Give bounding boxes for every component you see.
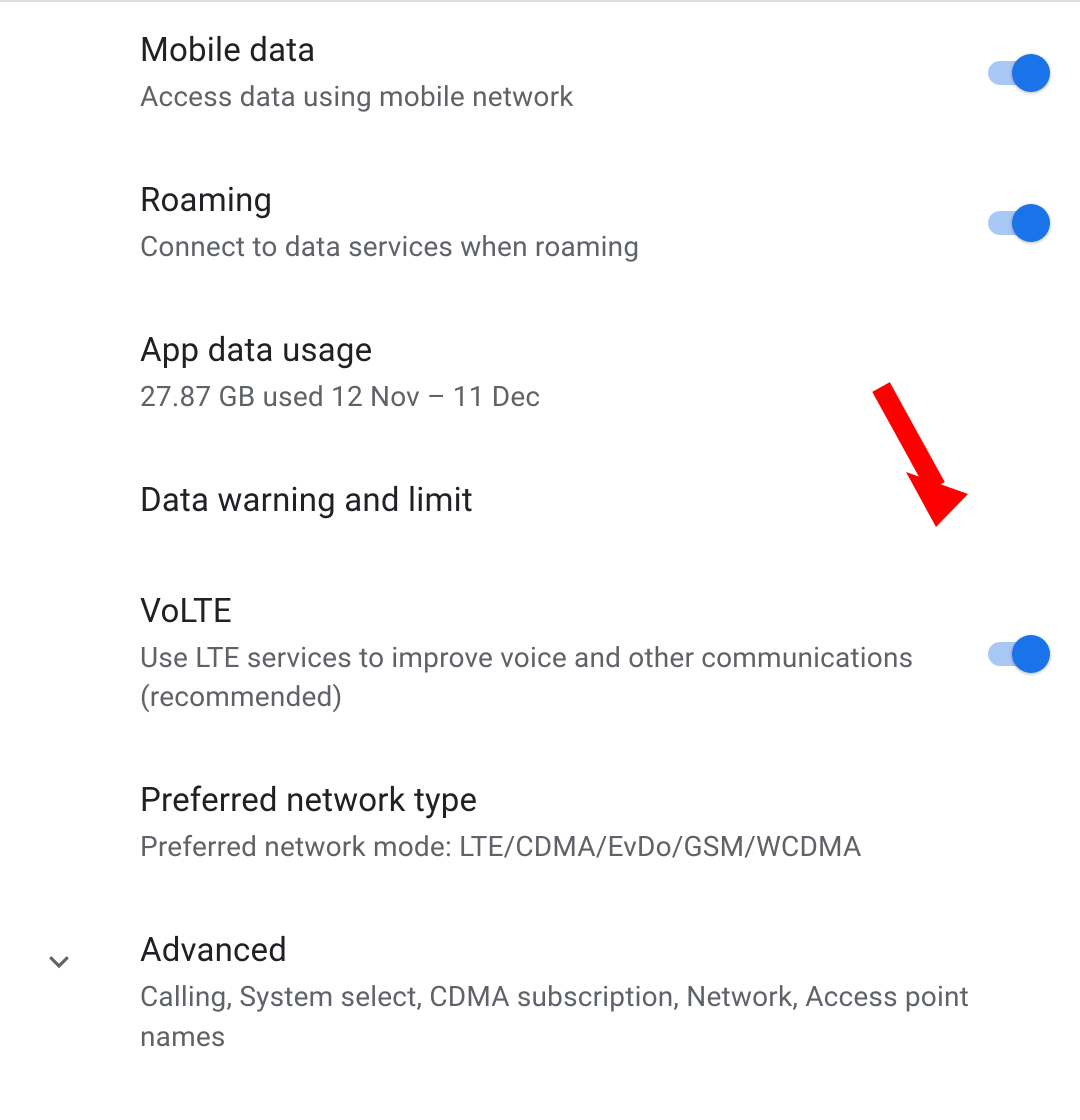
advanced-title: Advanced [140, 930, 1026, 973]
app-data-usage-subtitle: 27.87 GB used 12 Nov – 11 Dec [140, 377, 1026, 416]
advanced-text: Advanced Calling, System select, CDMA su… [140, 930, 1046, 1055]
app-data-usage-text: App data usage 27.87 GB used 12 Nov – 11… [140, 330, 1046, 416]
data-warning-limit-row[interactable]: Data warning and limit [140, 480, 1046, 591]
preferred-network-type-row[interactable]: Preferred network type Preferred network… [140, 780, 1046, 930]
volte-text: VoLTE Use LTE services to improve voice … [140, 591, 988, 716]
volte-title: VoLTE [140, 591, 968, 634]
roaming-toggle[interactable] [988, 211, 1046, 235]
roaming-subtitle: Connect to data services when roaming [140, 227, 968, 266]
mobile-data-row[interactable]: Mobile data Access data using mobile net… [140, 30, 1046, 180]
mobile-data-text: Mobile data Access data using mobile net… [140, 30, 988, 116]
data-warning-limit-title: Data warning and limit [140, 480, 1026, 523]
toggle-thumb [1012, 204, 1050, 242]
expand-icon-wrapper [40, 930, 140, 976]
preferred-network-type-text: Preferred network type Preferred network… [140, 780, 1046, 866]
app-data-usage-row[interactable]: App data usage 27.87 GB used 12 Nov – 11… [140, 330, 1046, 480]
advanced-subtitle: Calling, System select, CDMA subscriptio… [140, 977, 1026, 1055]
roaming-row[interactable]: Roaming Connect to data services when ro… [140, 180, 1046, 330]
preferred-network-type-subtitle: Preferred network mode: LTE/CDMA/EvDo/GS… [140, 827, 1026, 866]
volte-toggle[interactable] [988, 642, 1046, 666]
volte-subtitle: Use LTE services to improve voice and ot… [140, 638, 968, 716]
roaming-title: Roaming [140, 180, 968, 223]
roaming-text: Roaming Connect to data services when ro… [140, 180, 988, 266]
toggle-thumb [1012, 54, 1050, 92]
app-data-usage-title: App data usage [140, 330, 1026, 373]
mobile-data-title: Mobile data [140, 30, 968, 73]
mobile-data-toggle[interactable] [988, 61, 1046, 85]
mobile-data-subtitle: Access data using mobile network [140, 77, 968, 116]
volte-row[interactable]: VoLTE Use LTE services to improve voice … [140, 591, 1046, 780]
advanced-row[interactable]: Advanced Calling, System select, CDMA su… [40, 930, 1046, 1119]
toggle-thumb [1012, 635, 1050, 673]
preferred-network-type-title: Preferred network type [140, 780, 1026, 823]
data-warning-limit-text: Data warning and limit [140, 480, 1046, 523]
settings-list: Mobile data Access data using mobile net… [0, 2, 1080, 1120]
